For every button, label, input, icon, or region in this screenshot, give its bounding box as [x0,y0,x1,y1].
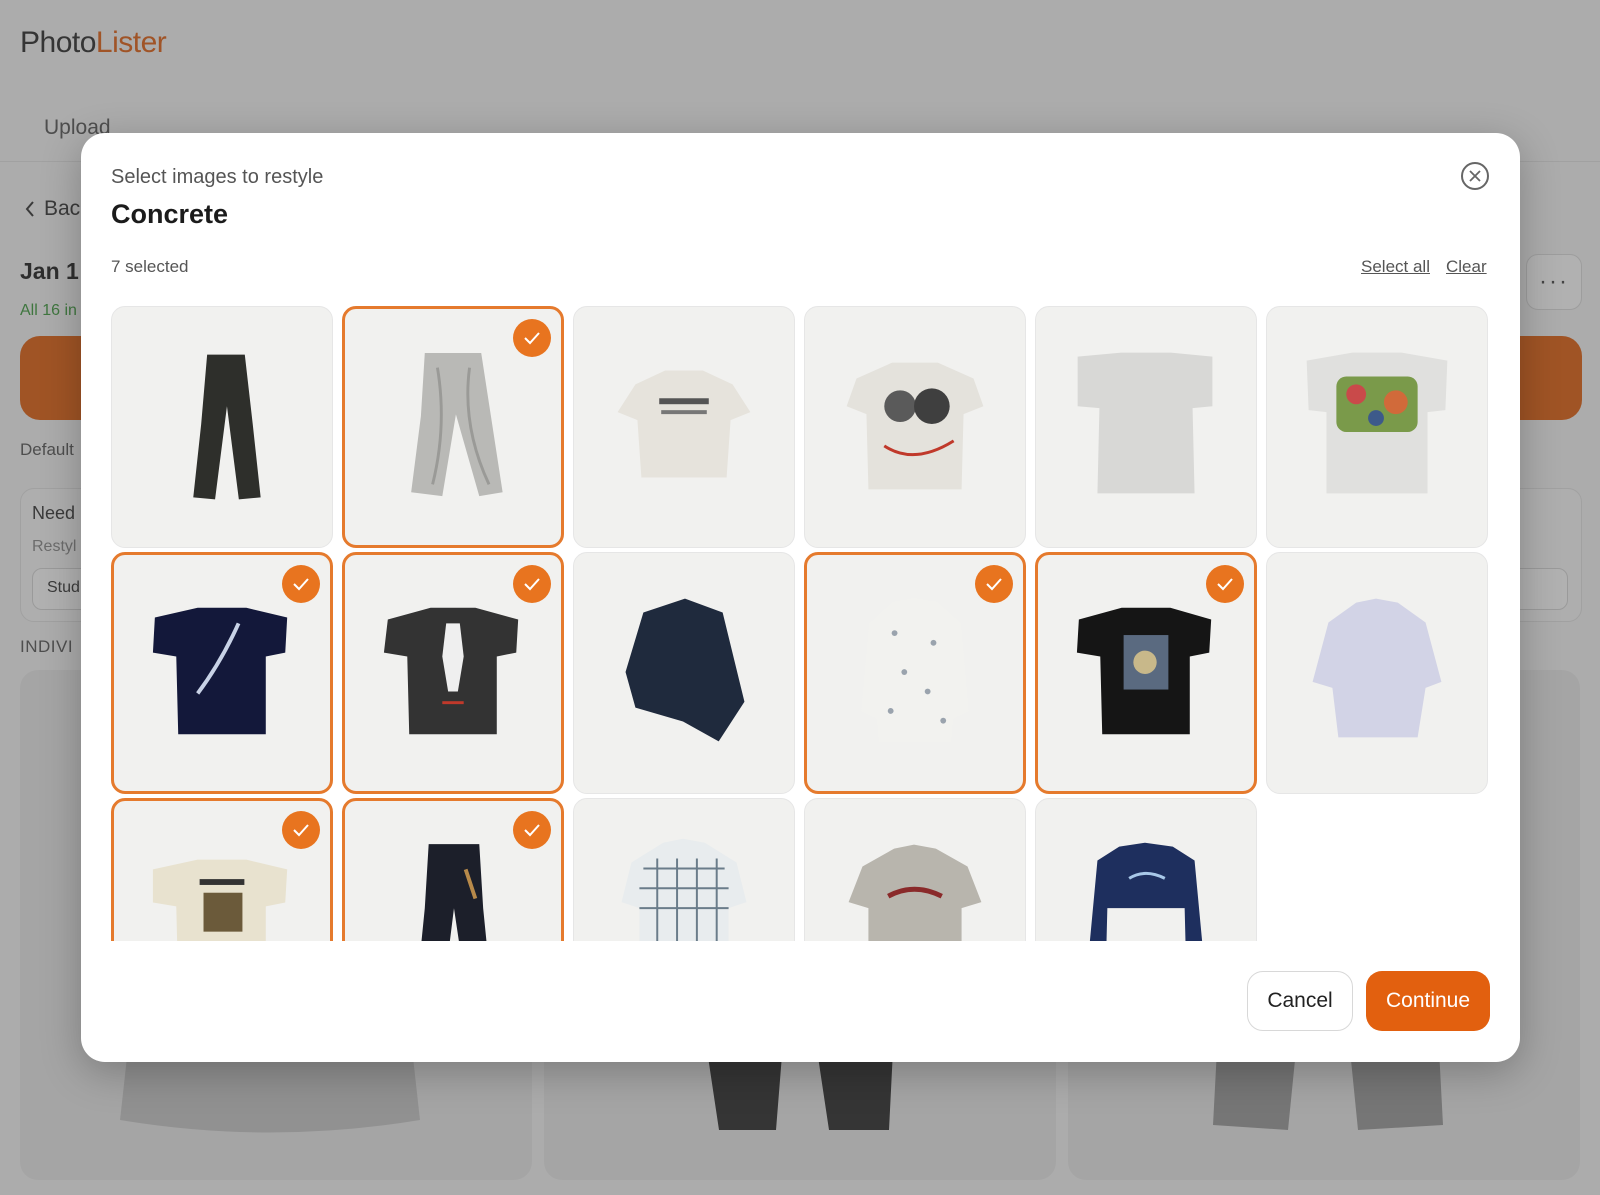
selected-check-icon [975,565,1013,603]
image-tile[interactable] [1035,798,1257,941]
selected-check-icon [282,565,320,603]
floral-tee-image [1306,352,1448,494]
plaid-shirt-image [621,838,747,941]
close-icon [1469,170,1481,182]
lavender-shirt-image [1312,598,1442,738]
close-button[interactable] [1461,162,1489,190]
embroidered-shirt-image [848,844,982,941]
image-tile[interactable] [804,552,1026,794]
image-tile[interactable] [573,798,795,941]
image-tile[interactable] [804,798,1026,941]
image-tile[interactable] [342,798,564,941]
image-tile[interactable] [342,552,564,794]
image-tile[interactable] [804,306,1026,548]
restyle-modal: Select images to restyle Concrete 7 sele… [81,133,1520,1062]
image-tile[interactable] [1266,306,1488,548]
clear-link[interactable]: Clear [1446,257,1487,277]
image-tile[interactable] [111,306,333,548]
selected-check-icon [1206,565,1244,603]
select-all-link[interactable]: Select all [1361,257,1430,277]
white-graphic-tee-image [617,370,751,478]
cancel-button[interactable]: Cancel [1247,971,1353,1031]
image-tile[interactable] [1266,552,1488,794]
selected-check-icon [513,565,551,603]
portrait-tee-image [846,362,984,490]
image-tile[interactable] [111,798,333,941]
selected-check-icon [513,319,551,357]
navy-longsleeve-image [1089,842,1203,941]
black-trousers-image [193,354,261,500]
selected-count: 7 selected [111,257,189,276]
image-tile[interactable] [573,306,795,548]
modal-subtitle: Select images to restyle [111,166,324,188]
grey-tee-image [1077,352,1213,494]
image-tile[interactable] [342,306,564,548]
image-tile[interactable] [111,552,333,794]
modal-title: Concrete [111,199,229,229]
selected-check-icon [282,811,320,849]
image-tile[interactable] [573,552,795,794]
image-grid [111,306,1491,941]
continue-button[interactable]: Continue [1366,971,1490,1031]
image-tile[interactable] [1035,306,1257,548]
selected-check-icon [513,811,551,849]
navy-suit-image [625,598,745,742]
image-tile[interactable] [1035,552,1257,794]
